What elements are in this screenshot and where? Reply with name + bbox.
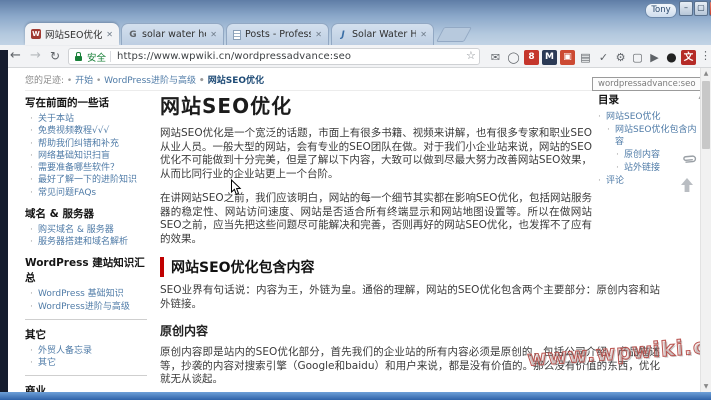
tab-title: Posts - Professional S (245, 29, 311, 40)
tab-close-icon[interactable]: ✕ (210, 30, 217, 39)
browser-window: Tony – ▢ ✕ W 网站SEO优化 [WordPr ✕ G solar w… (0, 0, 711, 400)
sidebar-item-about[interactable]: 关于本站 (38, 114, 151, 125)
sidebar-list: 外贸人备忘录 其它 (25, 346, 151, 370)
toc-link-seo[interactable]: 网站SEO优化 (598, 112, 698, 123)
sidebar-item-software[interactable]: 需要准备哪些软件？ (38, 163, 151, 174)
sidebar-item-server-setup[interactable]: 服务器搭建和域名解析 (38, 237, 151, 248)
subsection-heading-original-content: 原创内容 (160, 322, 660, 339)
sidebar-item-network-basics[interactable]: 网络基础知识扫盲 (38, 151, 151, 162)
sidebar-item-wp-basics[interactable]: WordPress 基础知识 (38, 289, 151, 300)
window-bottom-border (0, 392, 711, 400)
red-badge-extension-icon[interactable]: 8 (524, 50, 539, 65)
sidebar-item-advanced-knowledge[interactable]: 最好了解一下的进阶知识 (38, 175, 151, 186)
sidebar-item-faqs[interactable]: 常见问题FAQs (38, 188, 151, 199)
breadcrumb-link-start[interactable]: 开始 (67, 76, 93, 86)
sidebar-heading-wordpress: WordPress 建站知识汇总 (25, 255, 151, 285)
sidebar-list: WordPress 基础知识 WordPress进阶与高级 (25, 289, 151, 313)
maximize-button[interactable]: ▢ (694, 1, 708, 16)
address-bar[interactable]: 安全 https://www.wpwiki.cn/wordpressadvanc… (68, 48, 480, 65)
article-paragraph: 在讲网站SEO之前，我们应该明白，网站的每一个细节其实都在影响SEO优化，包括网… (160, 192, 592, 246)
j-favicon-icon: J (338, 30, 348, 40)
scrollbar-thumb[interactable] (702, 81, 710, 149)
url-tooltip: wordpressadvance:seo (592, 77, 702, 91)
sidebar-item-wp-advanced[interactable]: WordPress进阶与高级 (38, 302, 151, 313)
sidebar-item-other[interactable]: 其它 (38, 358, 151, 369)
profile-button[interactable]: Tony (645, 3, 677, 18)
tab-wpwiki-seo[interactable]: W 网站SEO优化 [WordPr ✕ (25, 23, 119, 45)
sidebar-item-free-videos[interactable]: 免费视频教程√√√ (38, 126, 151, 137)
secure-lock-icon (75, 56, 82, 61)
tab-solar-water-heater[interactable]: J Solar Water Heater Pa ✕ (331, 23, 434, 45)
page-scrollbar[interactable]: ▲ ▼ (700, 68, 711, 392)
page-extension-icon[interactable]: ▢ (630, 50, 645, 65)
scrollbar-down-icon[interactable]: ▼ (701, 383, 711, 390)
scrollbar-up-icon[interactable]: ▲ (701, 70, 711, 77)
sidebar-heading-preface: 写在前面的一些话 (25, 95, 151, 110)
markdown-extension-icon[interactable]: M (542, 50, 557, 65)
url-text: https://www.wpwiki.cn/wordpressadvance:s… (117, 51, 351, 62)
sidebar-list: 关于本站 免费视频教程√√√ 帮助我们纠错和补充 网络基础知识扫盲 需要准备哪些… (25, 114, 151, 199)
toc-title: 目录▴ (598, 92, 698, 107)
tab-wordpress-posts[interactable]: Posts - Professional S ✕ (226, 23, 329, 45)
sidebar-item-help-us[interactable]: 帮助我们纠错和补充 (38, 139, 151, 150)
page-title: 网站SEO优化 (160, 90, 660, 119)
tab-close-icon[interactable]: ✕ (420, 30, 427, 39)
back-button[interactable]: ← (10, 47, 21, 65)
article-paragraph: SEO业界有句话说：内容为王，外链为皇。通俗的理解，网站的SEO优化包含两个主要… (160, 284, 660, 311)
screenshot-extension-icon[interactable]: ▣ (560, 50, 575, 65)
tab-close-icon[interactable]: ✕ (315, 30, 322, 39)
sidebar-heading-others: 其它 (25, 327, 151, 342)
toc-title-text: 目录 (598, 94, 619, 106)
address-bar-divider (110, 51, 111, 62)
dark-circle-extension-icon[interactable]: ● (664, 50, 679, 65)
forward-button[interactable]: → (30, 47, 41, 65)
tab-title: Solar Water Heater Pa (352, 29, 416, 40)
google-favicon-icon: G (128, 30, 138, 40)
minimize-button[interactable]: – (679, 1, 693, 16)
tab-close-icon[interactable]: ✕ (106, 30, 113, 39)
sidebar-item-trade-memo[interactable]: 外贸人备忘录 (38, 346, 151, 357)
back-to-top-arrow-icon[interactable] (680, 177, 694, 193)
check-extension-icon[interactable]: ✓ (596, 50, 611, 65)
window-left-border (0, 50, 8, 392)
gear-extension-icon[interactable]: ⚙ (613, 50, 628, 65)
arrow-extension-icon[interactable]: ▶ (647, 50, 662, 65)
sidebar-list: 购买域名 & 服务器 服务器搭建和域名解析 (25, 225, 151, 249)
permalink-paperclip-icon[interactable] (677, 149, 698, 170)
translate-extension-icon[interactable]: 文 (681, 50, 696, 65)
document-favicon-icon (233, 30, 241, 40)
tab-title: solar water heater par (142, 29, 206, 40)
sidebar-divider (25, 375, 147, 376)
bookmark-star-icon[interactable]: ☆ (466, 49, 476, 62)
mouse-cursor (230, 179, 242, 197)
ring-extension-icon[interactable]: ◯ (506, 50, 521, 65)
browser-menu-icon[interactable]: ⋮ (700, 49, 711, 62)
toc-link-seo-contents[interactable]: 网站SEO优化包含内容 (607, 125, 698, 148)
window-controls: – ▢ ✕ (678, 1, 711, 16)
reload-button[interactable]: ↻ (50, 47, 60, 65)
tab-google-search[interactable]: G solar water heater par ✕ (121, 23, 224, 45)
page-tools (680, 152, 695, 193)
mail-extension-icon[interactable]: ✉ (488, 50, 503, 65)
sidebar-divider (25, 319, 147, 320)
security-label: 安全 (87, 50, 106, 64)
section-heading-seo-contents: 网站SEO优化包含内容 (160, 257, 660, 277)
trace-label: 您的足迹: (25, 76, 64, 86)
sidebar-nav: 写在前面的一些话 关于本站 免费视频教程√√√ 帮助我们纠错和补充 网络基础知识… (25, 88, 151, 400)
archive-extension-icon[interactable]: ▤ (578, 50, 593, 65)
tab-title: 网站SEO优化 [WordPr (45, 27, 102, 41)
article-paragraph: 网站SEO优化是一个宽泛的话题，市面上有很多书籍、视频来讲解，也有很多专家和职业… (160, 127, 592, 181)
wpwiki-favicon-icon: W (31, 29, 41, 39)
sidebar-item-buy-domain[interactable]: 购买域名 & 服务器 (38, 225, 151, 236)
sidebar-heading-domain-server: 域名 & 服务器 (25, 206, 151, 221)
